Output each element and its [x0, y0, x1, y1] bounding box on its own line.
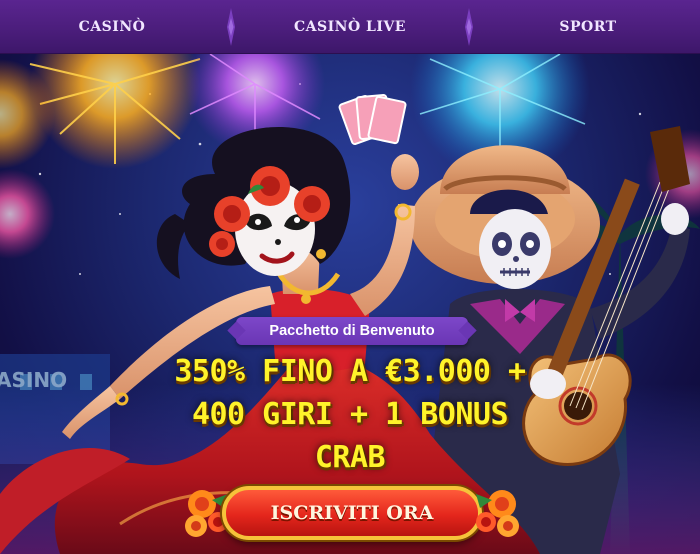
nav-item-casino-live[interactable]: CASINÒ LIVE: [238, 0, 462, 54]
headline-line: 350% FINO A €3.000 +: [174, 354, 526, 389]
firework-yellow: [29, 54, 201, 169]
signup-cta-wrapper: ISCRIVITI ORA: [182, 482, 522, 544]
hero-banner: ASINO Pacchetto di Benvenuto 350% FINO A…: [0, 54, 700, 554]
playing-cards: [338, 94, 407, 146]
signup-button[interactable]: ISCRIVITI ORA: [222, 486, 482, 540]
headline-line: 400 GIRI + 1 BONUS: [191, 397, 509, 432]
bonus-headline: 350% FINO A €3.000 + 400 GIRI + 1 BONUS …: [150, 350, 550, 479]
nav-item-sport[interactable]: SPORT: [476, 0, 700, 54]
diamond-separator-icon: [224, 7, 238, 47]
hero-illustration: ASINO: [0, 54, 700, 554]
promo-page: CASINÒ CASINÒ LIVE SPORT ASINO Pacchetto…: [0, 0, 700, 554]
marigold-flower-icon: [476, 490, 519, 537]
top-navigation: CASINÒ CASINÒ LIVE SPORT: [0, 0, 700, 54]
welcome-package-badge: Pacchetto di Benvenuto: [236, 317, 468, 345]
headline-line: CRAB: [314, 440, 386, 475]
nav-item-casino[interactable]: CASINÒ: [0, 0, 224, 54]
diamond-separator-icon: [462, 7, 476, 47]
